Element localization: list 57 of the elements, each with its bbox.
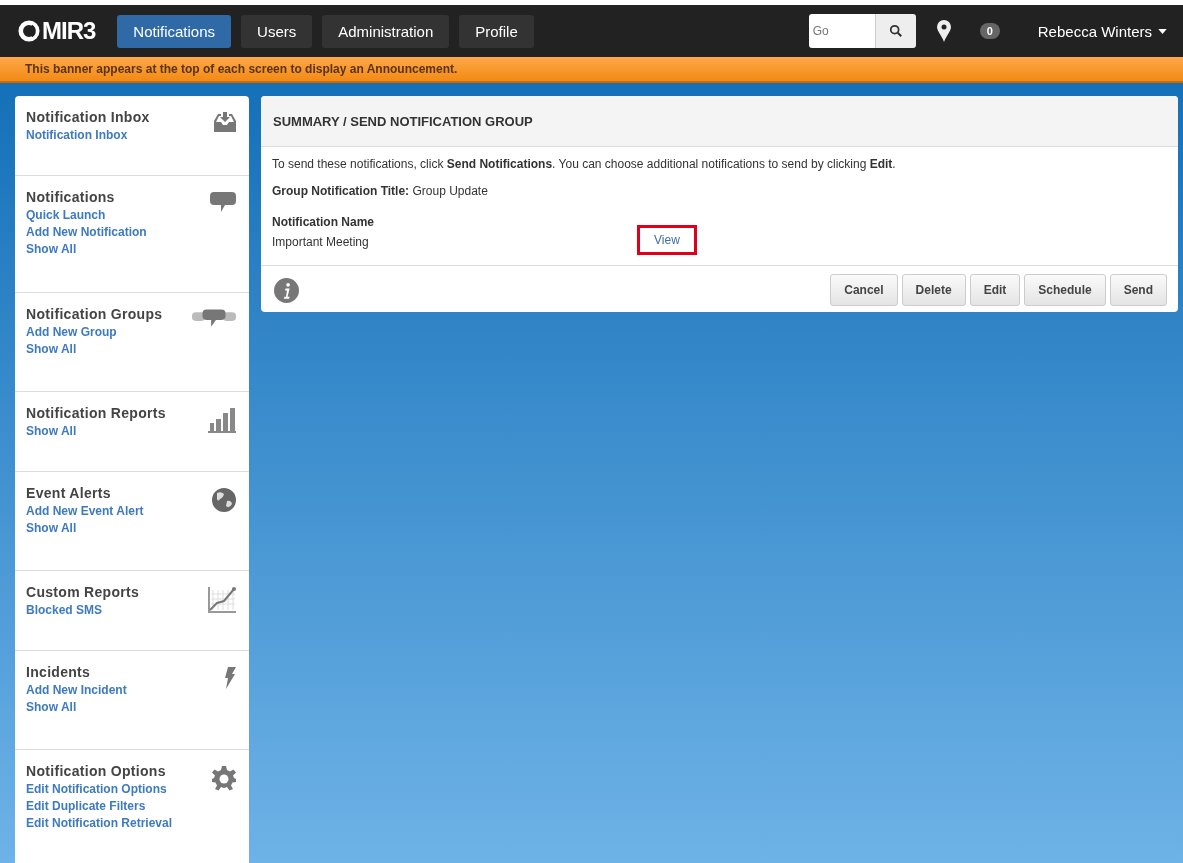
column-heading: Notification Name — [272, 215, 375, 229]
action-button[interactable]: Schedule — [1024, 274, 1106, 306]
count-badge[interactable]: 0 — [979, 23, 1000, 39]
speech-bubble-icon — [209, 191, 237, 213]
section-title: Notification Options — [26, 763, 166, 779]
logo-ring-icon — [18, 20, 40, 42]
sidebar-link[interactable]: Blocked SMS — [26, 602, 103, 619]
map-pin-icon[interactable] — [935, 19, 952, 43]
caret-icon — [1158, 28, 1167, 34]
nav-tab[interactable]: Users — [241, 14, 313, 48]
sidebar-link[interactable]: Edit Notification Retrieval — [26, 815, 173, 832]
info-icon[interactable] — [274, 277, 299, 303]
gear-icon — [211, 765, 237, 791]
sidebar-link[interactable]: Show All — [26, 520, 77, 537]
field-value: Group Update — [412, 184, 488, 198]
nav-tab[interactable]: Administration — [322, 14, 450, 48]
section-title: Notification Reports — [26, 405, 166, 421]
action-button[interactable]: Send — [1109, 274, 1167, 306]
user-menu[interactable]: Rebecca Winters — [1031, 21, 1173, 41]
notification-name: Important Meeting — [272, 235, 370, 249]
sidebar-link[interactable]: Add New Incident — [26, 682, 127, 699]
action-button[interactable]: Delete — [901, 274, 966, 306]
panel-title: SUMMARY / SEND NOTIFICATION GROUP — [273, 113, 533, 129]
view-link[interactable]: View — [637, 225, 697, 255]
globe-icon — [211, 487, 237, 513]
speech-bubbles-icon — [191, 308, 237, 328]
nav-tab[interactable]: Profile — [459, 14, 534, 48]
announcement-text: This banner appears at the top of each screen to display an Announcement. — [25, 62, 458, 76]
instruction-text: To send these notifications, click Send Notifications. You can choose additional notifications to send by clicking Edit. — [272, 157, 897, 171]
lightning-bolt-icon — [223, 666, 237, 690]
search-field[interactable]: Go — [808, 14, 875, 48]
section-title: Event Alerts — [26, 485, 111, 501]
section-title: Custom Reports — [26, 584, 140, 600]
sidebar-link[interactable]: Edit Duplicate Filters — [26, 798, 146, 815]
section-title: Incidents — [26, 664, 91, 680]
sidebar-link[interactable]: Show All — [26, 699, 77, 716]
sidebar-link[interactable]: Show All — [26, 241, 77, 258]
search-icon[interactable] — [874, 14, 916, 48]
sidebar-link[interactable]: Notification Inbox — [26, 127, 128, 144]
logo-text: MIR3 — [42, 17, 96, 45]
action-button[interactable]: Cancel — [830, 274, 898, 306]
section-title: Notification Inbox — [26, 109, 150, 125]
sidebar-link[interactable]: Add New Event Alert — [26, 503, 144, 520]
action-button[interactable]: Edit — [969, 274, 1021, 306]
sidebar-link[interactable]: Show All — [26, 423, 77, 440]
section-title: Notifications — [26, 189, 115, 205]
nav-tab[interactable]: Notifications — [117, 14, 232, 48]
sidebar-link[interactable]: Edit Notification Options — [26, 781, 167, 798]
line-chart-icon — [207, 586, 237, 614]
section-title: Notification Groups — [26, 306, 163, 322]
sidebar-link[interactable]: Add New Group — [26, 324, 117, 341]
sidebar-link[interactable]: Quick Launch — [26, 207, 106, 224]
sidebar-link[interactable]: Add New Notification — [26, 224, 147, 241]
field-label: Group Notification Title: — [272, 184, 410, 198]
sidebar-link[interactable]: Show All — [26, 341, 77, 358]
bar-chart-icon — [207, 407, 237, 433]
inbox-icon — [213, 111, 237, 133]
